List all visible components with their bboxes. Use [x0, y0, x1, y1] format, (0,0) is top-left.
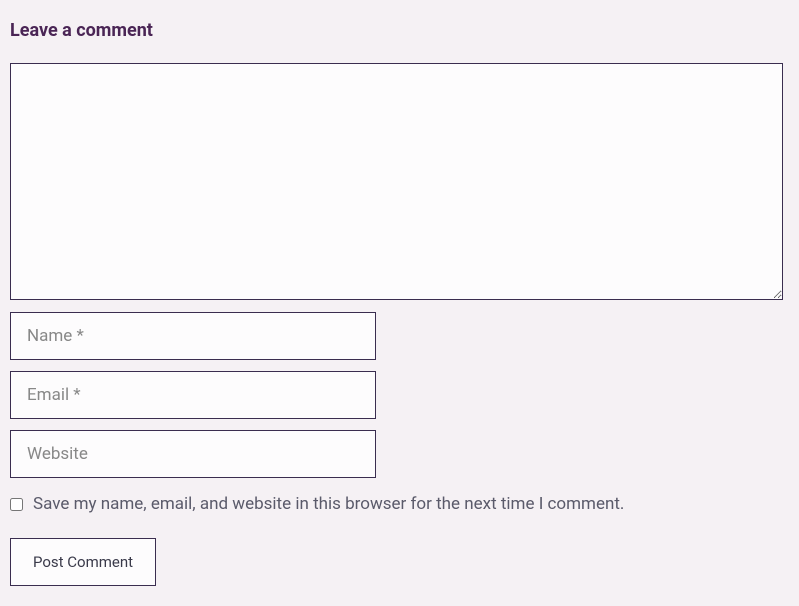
email-input[interactable] — [10, 371, 376, 419]
post-comment-button[interactable]: Post Comment — [10, 538, 156, 586]
comment-textarea[interactable] — [10, 63, 783, 300]
save-info-checkbox[interactable] — [10, 498, 23, 511]
save-info-row: Save my name, email, and website in this… — [10, 494, 789, 514]
comment-form: Leave a comment Save my name, email, and… — [10, 20, 789, 586]
save-info-label: Save my name, email, and website in this… — [33, 494, 624, 514]
website-input[interactable] — [10, 430, 376, 478]
name-input[interactable] — [10, 312, 376, 360]
form-title: Leave a comment — [10, 20, 789, 41]
